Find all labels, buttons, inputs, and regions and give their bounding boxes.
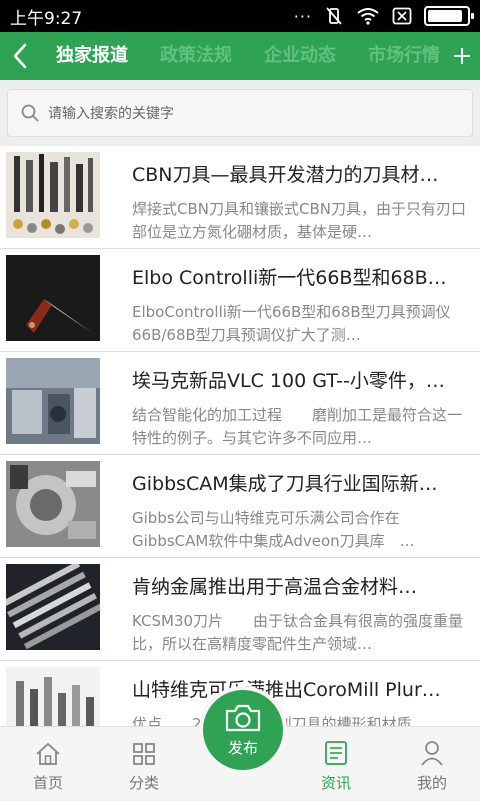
article-title: Elbo Controlli新一代66B型和68B…: [132, 267, 447, 289]
article-summary: 结合智能化的加工过程 磨削加工是最符合这一特性的例子。与其它许多不同应用…: [132, 406, 463, 447]
tab-policy[interactable]: 政策法规: [144, 32, 248, 80]
article-summary: ElboControlli新一代66B型和68B型刀具预调仪 66B/68B型刀…: [132, 303, 474, 344]
bottom-nav-news-label: 资讯: [320, 774, 351, 792]
bottom-nav-news[interactable]: 资讯: [288, 727, 384, 801]
article-text: 山特维克可乐满推出CoroMill Plur… 优点 2系列：该系列刀具的槽形和…: [132, 667, 474, 726]
bottom-nav-home-label: 首页: [32, 774, 63, 792]
tab-exclusive[interactable]: 独家报道: [40, 32, 144, 80]
article-summary: KCSM30刀片 由于钛合金具有很高的强度重量比，所以在高精度零配件生产领域…: [132, 612, 464, 653]
home-icon: [36, 742, 60, 765]
article-thumbnail: [6, 255, 100, 341]
bottom-nav-mine[interactable]: 我的: [384, 727, 480, 801]
article-thumbnail: [6, 461, 100, 547]
article-summary: 焊接式CBN刀具和镶嵌式CBN刀具，由于只有刃口部位是立方氮化硼材质，基体是硬…: [132, 200, 466, 241]
tab-market[interactable]: 市场行情: [352, 32, 444, 80]
back-button[interactable]: [0, 32, 40, 80]
grid-icon: [133, 743, 155, 765]
add-tab-button[interactable]: [444, 32, 480, 80]
publish-circle: 发布: [199, 686, 287, 774]
article-title: GibbsCAM集成了刀具行业国际新…: [132, 473, 438, 495]
article-text: 肯纳金属推出用于高温合金材料… KCSM30刀片 由于钛合金具有很高的强度重量比…: [132, 564, 474, 660]
article-text: Elbo Controlli新一代66B型和68B… ElboControlli…: [132, 255, 474, 351]
search-icon: [21, 104, 39, 122]
list-item[interactable]: 埃马克新品VLC 100 GT--小零件，… 结合智能化的加工过程 磨削加工是最…: [0, 352, 480, 455]
search-area: 请输入搜索的关键字: [0, 80, 480, 146]
bottom-nav-mine-label: 我的: [416, 774, 447, 792]
list-item[interactable]: GibbsCAM集成了刀具行业国际新… Gibbs公司与山特维克可乐满公司合作在…: [0, 455, 480, 558]
category-tabs: 独家报道 政策法规 企业动态 市场行情: [40, 32, 444, 80]
article-summary: Gibbs公司与山特维克可乐满公司合作在GibbsCAM软件中集成Adveon刀…: [132, 509, 415, 550]
no-sim-icon: [392, 7, 412, 25]
bottom-nav-home[interactable]: 首页: [0, 727, 96, 801]
article-thumbnail: [6, 152, 100, 238]
article-summary: 优点 2系列：该系列刀具的槽形和材质…: [132, 715, 427, 726]
list-item[interactable]: 肯纳金属推出用于高温合金材料… KCSM30刀片 由于钛合金具有很高的强度重量比…: [0, 558, 480, 661]
chevron-left-icon: [13, 43, 27, 69]
article-title: CBN刀具—最具开发潜力的刀具材…: [132, 164, 439, 186]
vibrate-mute-icon: [326, 7, 342, 25]
list-item[interactable]: Elbo Controlli新一代66B型和68B… ElboControlli…: [0, 249, 480, 352]
article-text: GibbsCAM集成了刀具行业国际新… Gibbs公司与山特维克可乐满公司合作在…: [132, 461, 474, 557]
publish-button[interactable]: 发布: [199, 686, 287, 796]
news-icon: [325, 741, 347, 765]
publish-label: 发布: [227, 738, 258, 757]
status-bar: 上午9:27 ···: [0, 0, 480, 32]
plus-icon: [454, 48, 470, 64]
search-input[interactable]: 请输入搜索的关键字: [7, 89, 473, 137]
search-placeholder: 请输入搜索的关键字: [48, 106, 174, 122]
article-title: 埃马克新品VLC 100 GT--小零件，…: [132, 370, 445, 392]
article-thumbnail: [6, 667, 100, 726]
top-nav-bar: 独家报道 政策法规 企业动态 市场行情: [0, 32, 480, 80]
tab-company-news[interactable]: 企业动态: [248, 32, 352, 80]
article-list: CBN刀具—最具开发潜力的刀具材… 焊接式CBN刀具和镶嵌式CBN刀具，由于只有…: [0, 146, 480, 726]
list-item[interactable]: CBN刀具—最具开发潜力的刀具材… 焊接式CBN刀具和镶嵌式CBN刀具，由于只有…: [0, 146, 480, 249]
more-dots-icon: ···: [293, 6, 312, 26]
article-text: CBN刀具—最具开发潜力的刀具材… 焊接式CBN刀具和镶嵌式CBN刀具，由于只有…: [132, 152, 474, 248]
status-time: 上午9:27: [10, 8, 83, 29]
battery-icon: [424, 6, 474, 26]
article-title: 肯纳金属推出用于高温合金材料…: [132, 576, 418, 598]
wifi-icon: [357, 8, 379, 25]
bottom-nav-category[interactable]: 分类: [96, 727, 192, 801]
camera-icon: [225, 704, 261, 731]
article-thumbnail: [6, 564, 100, 650]
user-icon: [421, 741, 443, 766]
article-thumbnail: [6, 358, 100, 444]
article-title: 山特维克可乐满推出CoroMill Plur…: [132, 679, 441, 701]
article-text: 埃马克新品VLC 100 GT--小零件，… 结合智能化的加工过程 磨削加工是最…: [132, 358, 474, 454]
status-icons: ···: [293, 6, 474, 26]
bottom-nav-category-label: 分类: [128, 774, 159, 792]
